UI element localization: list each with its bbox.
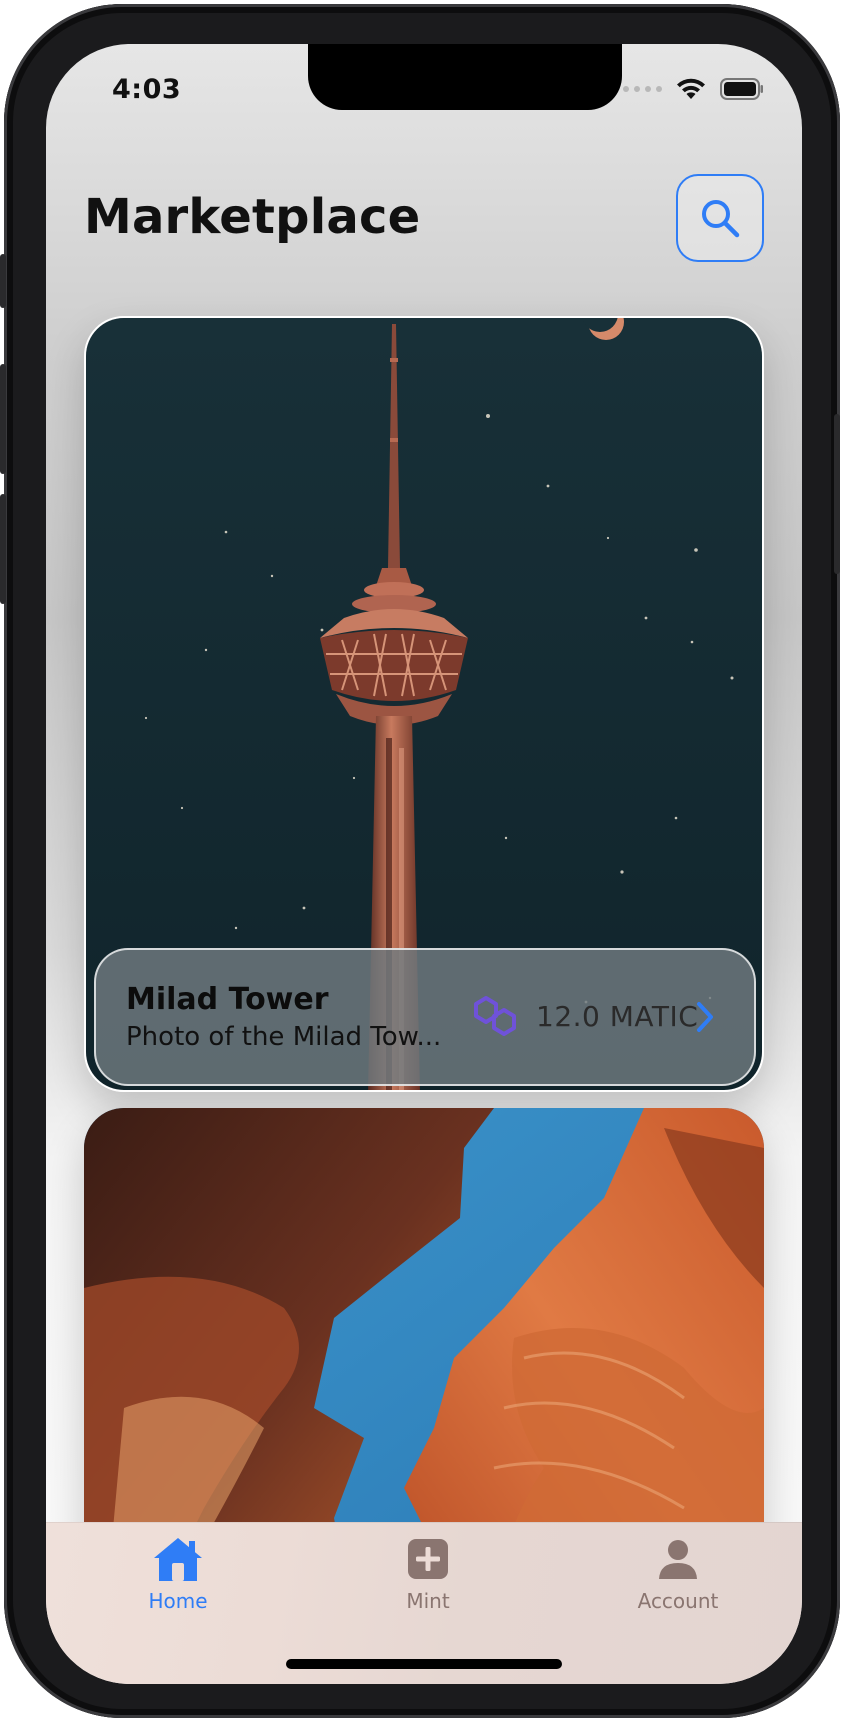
person-icon bbox=[659, 1540, 697, 1579]
chevron-right-icon[interactable] bbox=[694, 1000, 716, 1034]
status-time: 4:03 bbox=[112, 74, 182, 105]
search-button[interactable] bbox=[676, 174, 764, 262]
cellular-signal-icon bbox=[623, 86, 662, 92]
tab-mint-label: Mint bbox=[406, 1589, 450, 1613]
tab-home-label: Home bbox=[148, 1589, 208, 1613]
volume-down-button bbox=[0, 494, 6, 604]
silent-switch bbox=[0, 254, 6, 308]
notch bbox=[308, 44, 622, 110]
plus-square-icon bbox=[408, 1539, 448, 1579]
nft-price: 12.0 MATIC bbox=[536, 1000, 699, 1033]
status-icons bbox=[623, 78, 764, 100]
nft-description: Photo of the Milad Tow... bbox=[126, 1022, 442, 1052]
nft-info-panel[interactable]: Milad Tower Photo of the Milad Tow... 12… bbox=[94, 948, 756, 1086]
search-icon bbox=[702, 200, 740, 238]
screen: 4:03 Marketplace Milad Tower Photo of th… bbox=[46, 44, 802, 1684]
tab-bar: Home Mint Account bbox=[46, 1522, 802, 1684]
nft-card[interactable]: Milad Tower Photo of the Milad Tow... 12… bbox=[84, 316, 764, 1092]
home-indicator[interactable] bbox=[286, 1659, 562, 1669]
polygon-matic-icon bbox=[474, 996, 516, 1036]
battery-icon bbox=[720, 78, 763, 100]
wifi-icon bbox=[677, 78, 705, 99]
tab-account-label: Account bbox=[637, 1589, 719, 1613]
power-button bbox=[834, 414, 840, 574]
page-title: Marketplace bbox=[84, 189, 421, 245]
tab-account[interactable]: Account bbox=[598, 1535, 758, 1613]
tab-home[interactable]: Home bbox=[98, 1535, 258, 1613]
tab-mint[interactable]: Mint bbox=[348, 1535, 508, 1613]
nft-title: Milad Tower bbox=[126, 982, 329, 1017]
phone-frame: 4:03 Marketplace Milad Tower Photo of th… bbox=[0, 4, 840, 1718]
volume-up-button bbox=[0, 364, 6, 474]
house-icon bbox=[154, 1538, 202, 1581]
